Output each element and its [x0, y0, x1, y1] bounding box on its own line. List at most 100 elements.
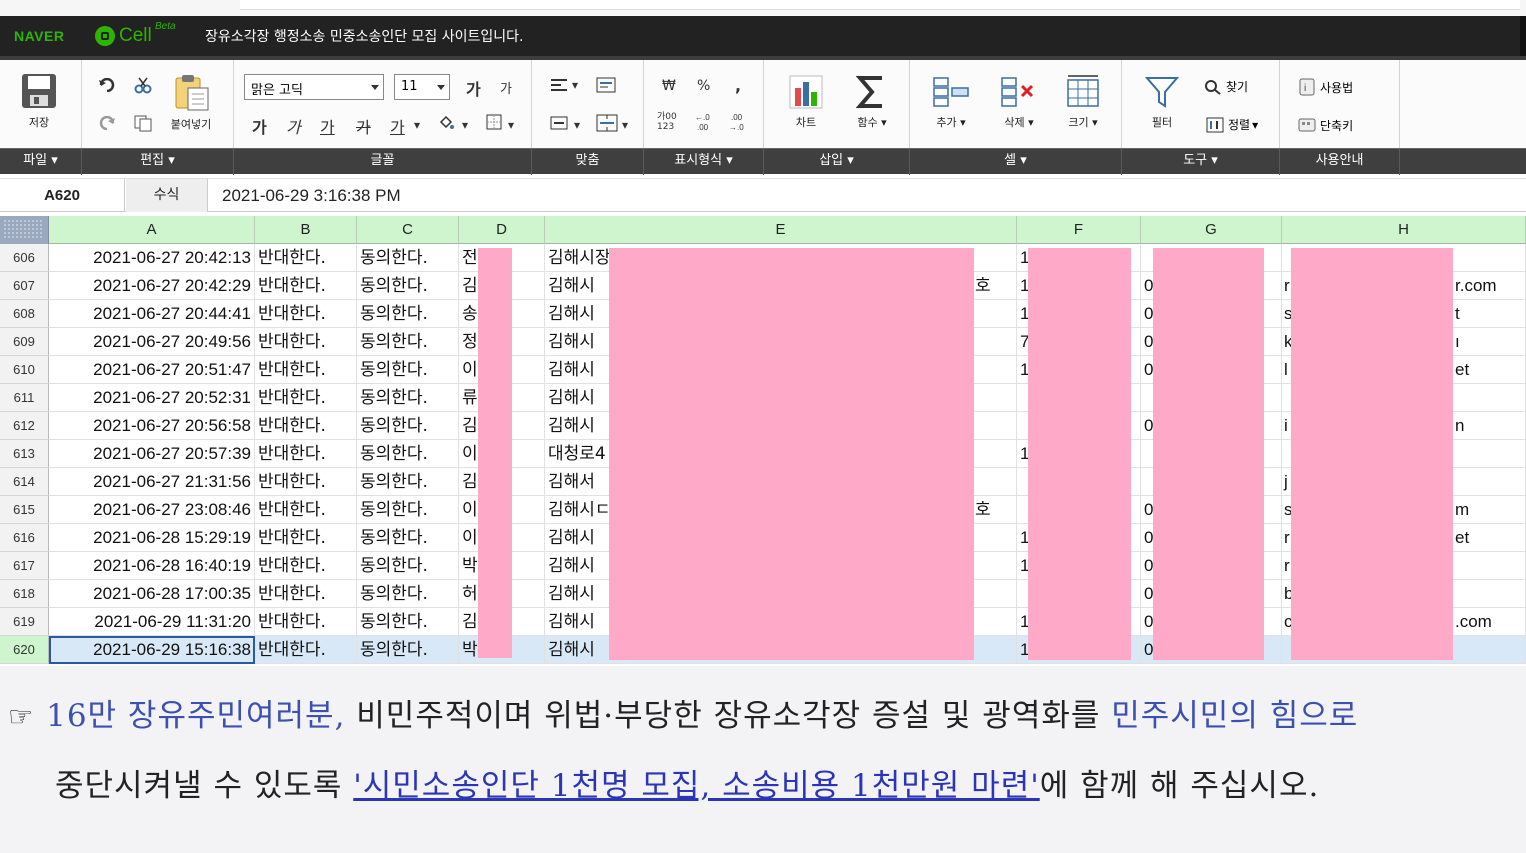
section-number-format[interactable]: 표시형식 ▾ — [644, 149, 764, 175]
font-grow-button[interactable]: 가 — [466, 76, 481, 100]
fill-color-dropdown[interactable]: ▾ — [462, 118, 468, 132]
cell-b[interactable]: 반대한다. — [255, 496, 357, 524]
naver-logo[interactable]: NAVER — [14, 28, 64, 44]
number-format-button[interactable]: 가00 123 — [657, 112, 681, 132]
column-header-c[interactable]: C — [357, 216, 459, 244]
font-color-button[interactable]: 가 — [390, 114, 405, 138]
column-header-g[interactable]: G — [1141, 216, 1282, 244]
save-button[interactable]: 저장 — [20, 72, 58, 130]
redo-icon[interactable] — [98, 116, 116, 130]
cell-a[interactable]: 2021-06-27 20:57:39 — [49, 440, 255, 468]
section-help[interactable]: 사용안내 — [1280, 149, 1400, 175]
cell-c[interactable]: 동의한다. — [357, 636, 459, 664]
spreadsheet-grid[interactable]: A B C D E F G H 606 2021-06-27 20:42:13 반대한다. 동의한다.… — [0, 216, 1526, 666]
copy-icon[interactable] — [133, 114, 153, 132]
row-header[interactable]: 609 — [0, 328, 49, 356]
currency-button[interactable]: ₩ — [662, 78, 676, 94]
cell-a[interactable]: 2021-06-27 20:42:13 — [49, 244, 255, 272]
align-left-icon[interactable] — [550, 78, 568, 92]
cut-icon[interactable] — [133, 76, 153, 94]
shortcut-button[interactable]: 단축키 — [1298, 116, 1353, 134]
align-dropdown[interactable]: ▾ — [572, 78, 578, 92]
fill-color-icon[interactable] — [438, 114, 454, 130]
column-header-d[interactable]: D — [459, 216, 545, 244]
section-cell[interactable]: 셀 ▾ — [910, 149, 1122, 175]
insert-cell-button[interactable]: 추가 ▾ — [932, 74, 970, 130]
cell-c[interactable]: 동의한다. — [357, 412, 459, 440]
cell-logo[interactable]: Cell Beta — [95, 21, 176, 47]
wrap-text-icon[interactable] — [596, 76, 616, 94]
document-title[interactable]: 장유소각장 행정소송 민중소송인단 모집 사이트입니다. — [205, 26, 524, 46]
find-button[interactable]: 찾기 — [1204, 78, 1248, 95]
comma-button[interactable]: , — [735, 76, 741, 95]
italic-button[interactable]: 가 — [286, 114, 301, 138]
row-header[interactable]: 618 — [0, 580, 49, 608]
valign-dropdown[interactable]: ▾ — [574, 118, 580, 132]
font-color-dropdown[interactable]: ▾ — [414, 118, 420, 132]
section-tools[interactable]: 도구 ▾ — [1122, 149, 1280, 175]
strikethrough-button[interactable]: 가 — [356, 114, 371, 138]
row-header[interactable]: 620 — [0, 636, 49, 664]
cell-b[interactable]: 반대한다. — [255, 636, 357, 664]
cell-a[interactable]: 2021-06-27 20:52:31 — [49, 384, 255, 412]
cell-b[interactable]: 반대한다. — [255, 524, 357, 552]
select-all-corner[interactable] — [0, 216, 49, 244]
row-header[interactable]: 612 — [0, 412, 49, 440]
cell-a[interactable]: 2021-06-28 16:40:19 — [49, 552, 255, 580]
section-align[interactable]: 맞춤 — [532, 149, 644, 175]
column-header-b[interactable]: B — [255, 216, 357, 244]
font-name-select[interactable]: 맑은 고딕 — [244, 74, 384, 100]
cell-b[interactable]: 반대한다. — [255, 440, 357, 468]
row-header[interactable]: 616 — [0, 524, 49, 552]
cell-c[interactable]: 동의한다. — [357, 272, 459, 300]
cell-b[interactable]: 반대한다. — [255, 552, 357, 580]
merge-dropdown[interactable]: ▾ — [622, 118, 628, 132]
cell-b[interactable]: 반대한다. — [255, 356, 357, 384]
font-shrink-button[interactable]: 가 — [500, 78, 512, 97]
underline-button[interactable]: 가 — [320, 114, 335, 138]
cell-b[interactable]: 반대한다. — [255, 468, 357, 496]
delete-cell-button[interactable]: 삭제 ▾ — [1000, 74, 1038, 130]
cell-c[interactable]: 동의한다. — [357, 608, 459, 636]
cell-c[interactable]: 동의한다. — [357, 524, 459, 552]
cell-c[interactable]: 동의한다. — [357, 328, 459, 356]
section-file[interactable]: 파일 ▾ — [0, 149, 82, 175]
cell-a[interactable]: 2021-06-28 15:29:19 — [49, 524, 255, 552]
row-header[interactable]: 614 — [0, 468, 49, 496]
section-insert[interactable]: 삽입 ▾ — [764, 149, 910, 175]
cell-b[interactable]: 반대한다. — [255, 384, 357, 412]
undo-icon[interactable] — [98, 78, 116, 92]
cell-b[interactable]: 반대한다. — [255, 580, 357, 608]
cell-b[interactable]: 반대한다. — [255, 412, 357, 440]
cell-c[interactable]: 동의한다. — [357, 468, 459, 496]
howto-button[interactable]: i 사용법 — [1298, 78, 1353, 96]
function-button[interactable]: 함수 ▾ — [856, 74, 888, 130]
cell-a[interactable]: 2021-06-27 21:31:56 — [49, 468, 255, 496]
resize-button[interactable]: 크기 ▾ — [1064, 74, 1102, 130]
formula-input[interactable]: 2021-06-29 3:16:38 PM — [222, 179, 401, 212]
section-font[interactable]: 글꼴 — [234, 149, 532, 175]
cell-b[interactable]: 반대한다. — [255, 608, 357, 636]
cell-c[interactable]: 동의한다. — [357, 384, 459, 412]
border-dropdown[interactable]: ▾ — [508, 118, 514, 132]
cell-a[interactable]: 2021-06-27 23:08:46 — [49, 496, 255, 524]
cell-b[interactable]: 반대한다. — [255, 300, 357, 328]
cell-a[interactable]: 2021-06-27 20:56:58 — [49, 412, 255, 440]
cell-a[interactable]: 2021-06-28 17:00:35 — [49, 580, 255, 608]
row-header[interactable]: 611 — [0, 384, 49, 412]
percent-button[interactable]: % — [697, 78, 710, 94]
column-header-a[interactable]: A — [49, 216, 255, 244]
cell-c[interactable]: 동의한다. — [357, 552, 459, 580]
filter-button[interactable]: 필터 — [1144, 74, 1180, 130]
cell-a[interactable]: 2021-06-29 11:31:20 — [49, 608, 255, 636]
cell-b[interactable]: 반대한다. — [255, 244, 357, 272]
row-header[interactable]: 617 — [0, 552, 49, 580]
border-icon[interactable] — [486, 114, 502, 130]
cell-b[interactable]: 반대한다. — [255, 272, 357, 300]
decrease-decimal-icon[interactable]: .00→.0 — [728, 112, 748, 132]
cell-a[interactable]: 2021-06-27 20:49:56 — [49, 328, 255, 356]
cell-c[interactable]: 동의한다. — [357, 244, 459, 272]
cell-c[interactable]: 동의한다. — [357, 440, 459, 468]
recruitment-link[interactable]: '시민소송인단 1천명 모집, 소송비용 1천만원 마련' — [353, 768, 1040, 804]
cell-c[interactable]: 동의한다. — [357, 580, 459, 608]
